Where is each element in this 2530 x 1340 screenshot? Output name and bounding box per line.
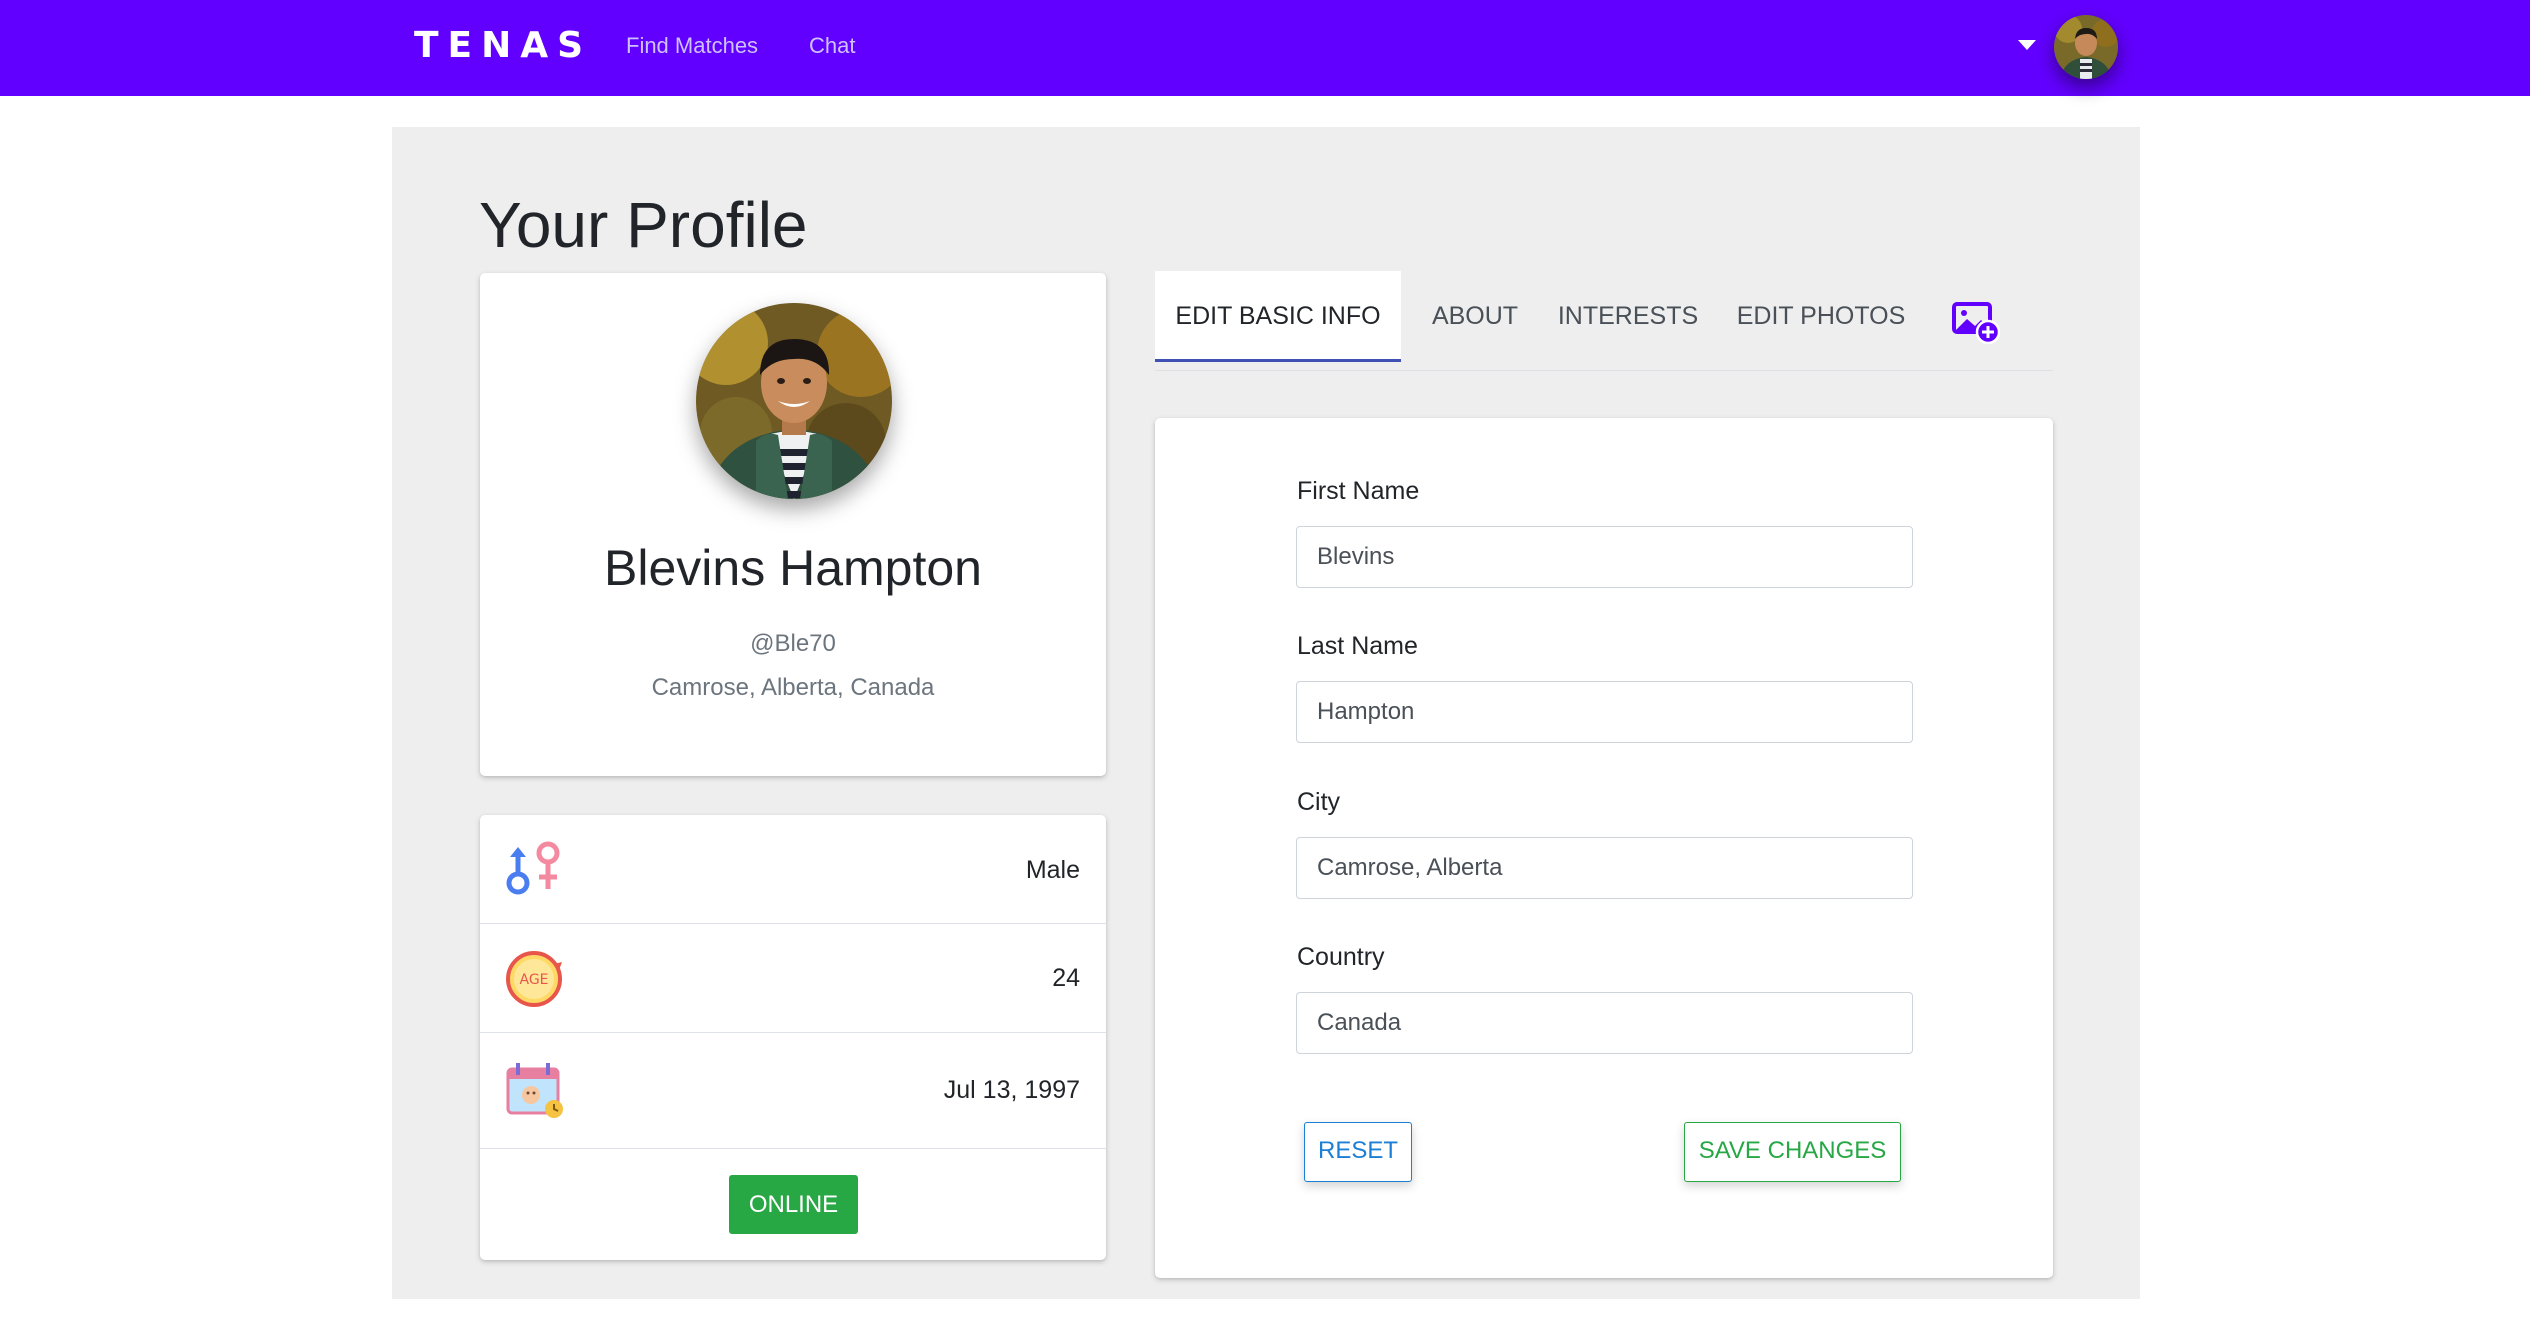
birthdate-value: Jul 13, 1997 [943, 1076, 1080, 1104]
reset-button[interactable]: RESET [1304, 1122, 1412, 1182]
profile-name: Blevins Hampton [604, 540, 982, 596]
navbar: TENAS Find Matches Chat [0, 0, 2530, 96]
profile-username: @Ble70 [750, 630, 836, 657]
city-input[interactable] [1296, 837, 1913, 899]
tab-edit-basic-info[interactable]: EDIT BASIC INFO [1155, 271, 1401, 362]
page-title: Your Profile [479, 189, 808, 261]
info-card: Male AGE 24 Jul 13, 1997 ONLINE [480, 815, 1106, 1260]
profile-photo [696, 303, 892, 499]
country-label: Country [1297, 943, 1385, 971]
first-name-label: First Name [1297, 477, 1420, 505]
tab-about[interactable]: ABOUT [1417, 271, 1533, 362]
info-row-birthdate: Jul 13, 1997 [480, 1033, 1106, 1149]
gender-icon [506, 841, 560, 895]
brand-logo[interactable]: TENAS [414, 22, 592, 70]
country-input[interactable] [1296, 992, 1913, 1054]
info-row-gender: Male [480, 815, 1106, 924]
tab-edit-photos[interactable]: EDIT PHOTOS [1727, 271, 1915, 362]
first-name-input[interactable] [1296, 526, 1913, 588]
nav-link-chat[interactable]: Chat [809, 30, 855, 62]
online-status-badge: ONLINE [729, 1175, 858, 1234]
age-icon: AGE [506, 951, 562, 1007]
save-changes-button[interactable]: SAVE CHANGES [1684, 1122, 1901, 1182]
profile-card: Blevins Hampton @Ble70 Camrose, Alberta,… [480, 273, 1106, 776]
age-value: 24 [1052, 964, 1080, 992]
svg-text:AGE: AGE [519, 972, 548, 988]
add-photo-icon[interactable] [1952, 300, 2000, 344]
calendar-icon [506, 1063, 563, 1118]
profile-avatar [696, 303, 892, 499]
last-name-label: Last Name [1297, 632, 1418, 660]
tab-interests[interactable]: INTERESTS [1553, 271, 1703, 362]
avatar-photo [2054, 15, 2118, 79]
nav-link-find-matches[interactable]: Find Matches [626, 30, 758, 62]
profile-location: Camrose, Alberta, Canada [651, 674, 935, 701]
user-avatar[interactable] [2054, 15, 2118, 79]
info-row-age: AGE 24 [480, 924, 1106, 1033]
gender-value: Male [1025, 856, 1080, 884]
city-label: City [1297, 788, 1341, 816]
edit-basic-info-form: First Name Last Name City Country RESET … [1155, 418, 2053, 1278]
caret-down-icon[interactable] [2018, 40, 2036, 50]
last-name-input[interactable] [1296, 681, 1913, 743]
profile-tabs: EDIT BASIC INFO ABOUT INTERESTS EDIT PHO… [1155, 271, 2053, 371]
